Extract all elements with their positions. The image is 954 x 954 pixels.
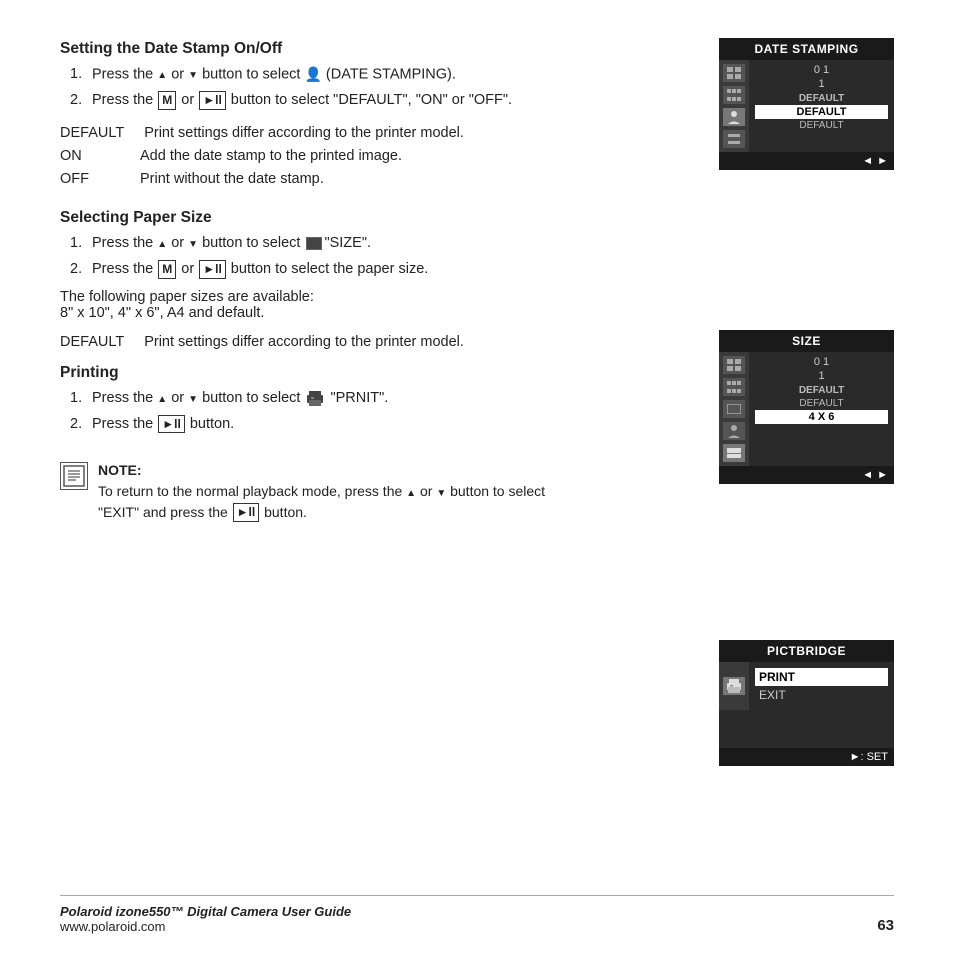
size-icon-1 [723,356,745,374]
size-def-term: DEFAULT [60,331,124,354]
pict-menu-col: PRINT EXIT [749,662,894,710]
date-stamping-panel: DATE STAMPING [719,38,894,170]
print-step-2-num: 2. [70,414,92,436]
size-num2: 1 [818,370,824,382]
date-num2: 1 [818,78,824,90]
date-panel-icons [719,60,749,152]
size-num-row: 0 1 [755,356,888,368]
pict-icons-col [719,662,749,710]
size-icon-4 [723,422,745,440]
def-desc-on: Add the date stamp to the printed image. [140,145,402,168]
size-icon-2 [723,378,745,396]
date-footer-left: ◄ [862,155,873,167]
size-step-2: 2. Press the M or ►ll button to select t… [70,259,894,281]
size-note-sizes: 8" x 10", 4" x 6", A4 and default. [60,305,264,321]
size-def-desc: Print settings differ according to the p… [144,331,464,354]
play-pause-icon[interactable]: ►ll [199,91,226,110]
date-item-1: DEFAULT [755,92,888,105]
def-desc-default: Print settings differ according to the p… [144,122,464,145]
pict-printer-icon [723,677,745,695]
pict-panel: PICTBRIDGE PRINT EXIT ►: SET [719,640,894,766]
date-num2-row: 1 [755,78,888,90]
size-panel-body: 0 1 1 DEFAULT DEFAULT 4 X 6 [719,352,894,466]
size-num2-row: 1 [755,370,888,382]
date-icon-4 [723,130,745,148]
size-icon-5 [723,444,745,462]
def-desc-off: Print without the date stamp. [140,168,324,191]
note-up-icon [406,483,416,499]
size-item-3: 4 X 6 [755,410,888,424]
pict-footer-text: ►: SET [850,751,888,763]
size-m-button[interactable]: M [158,260,176,279]
step-2-num: 2. [70,90,92,112]
down-arrow-icon [188,66,198,82]
date-panel-body: 0 1 1 DEFAULT DEFAULT DEFAULT [719,60,894,152]
date-item-3: DEFAULT [755,119,888,132]
def-term-off: OFF [60,168,120,191]
date-footer-right: ► [877,155,888,167]
size-up-icon [157,235,167,251]
size-item-1: DEFAULT [755,384,888,397]
size-step-1: 1. Press the or button to select "SIZE". [70,233,894,255]
page-footer: Polaroid izone550™ Digital Camera User G… [60,895,894,934]
size-nums: 0 1 [814,356,829,368]
up-arrow-icon [157,66,167,82]
size-step-2-text: Press the M or ►ll button to select the … [92,259,894,281]
size-down-icon [188,235,198,251]
def-row-off: OFF Print without the date stamp. [60,168,894,191]
size-step-1-num: 1. [70,233,92,255]
def-term-on: ON [60,145,120,168]
pict-item-exit: EXIT [755,686,888,704]
size-menu-col: 0 1 1 DEFAULT DEFAULT 4 X 6 [749,352,894,466]
date-num-row: 0 1 [755,64,888,76]
printer-icon [306,391,324,406]
size-item-2: DEFAULT [755,397,888,410]
size-footer-left: ◄ [862,469,873,481]
footer-left: Polaroid izone550™ Digital Camera User G… [60,904,351,934]
size-play-button[interactable]: ►ll [199,260,226,279]
footer-website: www.polaroid.com [60,919,351,934]
date-icon-1 [723,64,745,82]
note-down-icon [436,483,446,499]
size-step-1-text: Press the or button to select "SIZE". [92,233,894,255]
size-note-text: The following paper sizes are available: [60,289,314,305]
note-title: NOTE: [98,460,580,481]
step-1-num: 1. [70,64,92,86]
size-panel-header: SIZE [719,330,894,352]
pict-panel-body: PRINT EXIT [719,662,894,710]
print-step-1-num: 1. [70,388,92,410]
date-panel-header: DATE STAMPING [719,38,894,60]
date-menu-col: 0 1 1 DEFAULT DEFAULT DEFAULT [749,60,894,152]
note-play-button[interactable]: ►ll [233,503,260,522]
print-down-icon [188,390,198,406]
date-icon-3 [723,108,745,126]
size-step-2-num: 2. [70,259,92,281]
size-panel-footer: ◄ ► [719,466,894,484]
m-button-icon[interactable]: M [158,91,176,110]
note-icon [60,462,88,490]
size-footer-right: ► [877,469,888,481]
pict-panel-footer: ►: SET [719,748,894,766]
footer-brand: Polaroid izone550™ Digital Camera User G… [60,904,351,919]
date-icon-2 [723,86,745,104]
size-heading: Selecting Paper Size [60,209,894,227]
note-section: NOTE: To return to the normal playback m… [60,460,580,523]
def-term-default: DEFAULT [60,122,124,145]
print-up-icon [157,390,167,406]
note-content: NOTE: To return to the normal playback m… [98,460,580,523]
size-steps: 1. Press the or button to select "SIZE".… [70,233,894,281]
date-panel-footer: ◄ ► [719,152,894,170]
pict-item-print: PRINT [755,668,888,686]
size-icon-3 [723,400,745,418]
date-item-2: DEFAULT [755,105,888,119]
size-panel-icons [719,352,749,466]
footer-page-number: 63 [877,917,894,934]
page: Setting the Date Stamp On/Off 1. Press t… [0,0,954,954]
print-play-button[interactable]: ►ll [158,415,185,434]
size-panel: SIZE [719,330,894,484]
pict-panel-header: PICTBRIDGE [719,640,894,662]
size-note: The following paper sizes are available:… [60,289,894,321]
note-text: To return to the normal playback mode, p… [98,481,580,523]
date-nums: 0 1 [814,64,829,76]
